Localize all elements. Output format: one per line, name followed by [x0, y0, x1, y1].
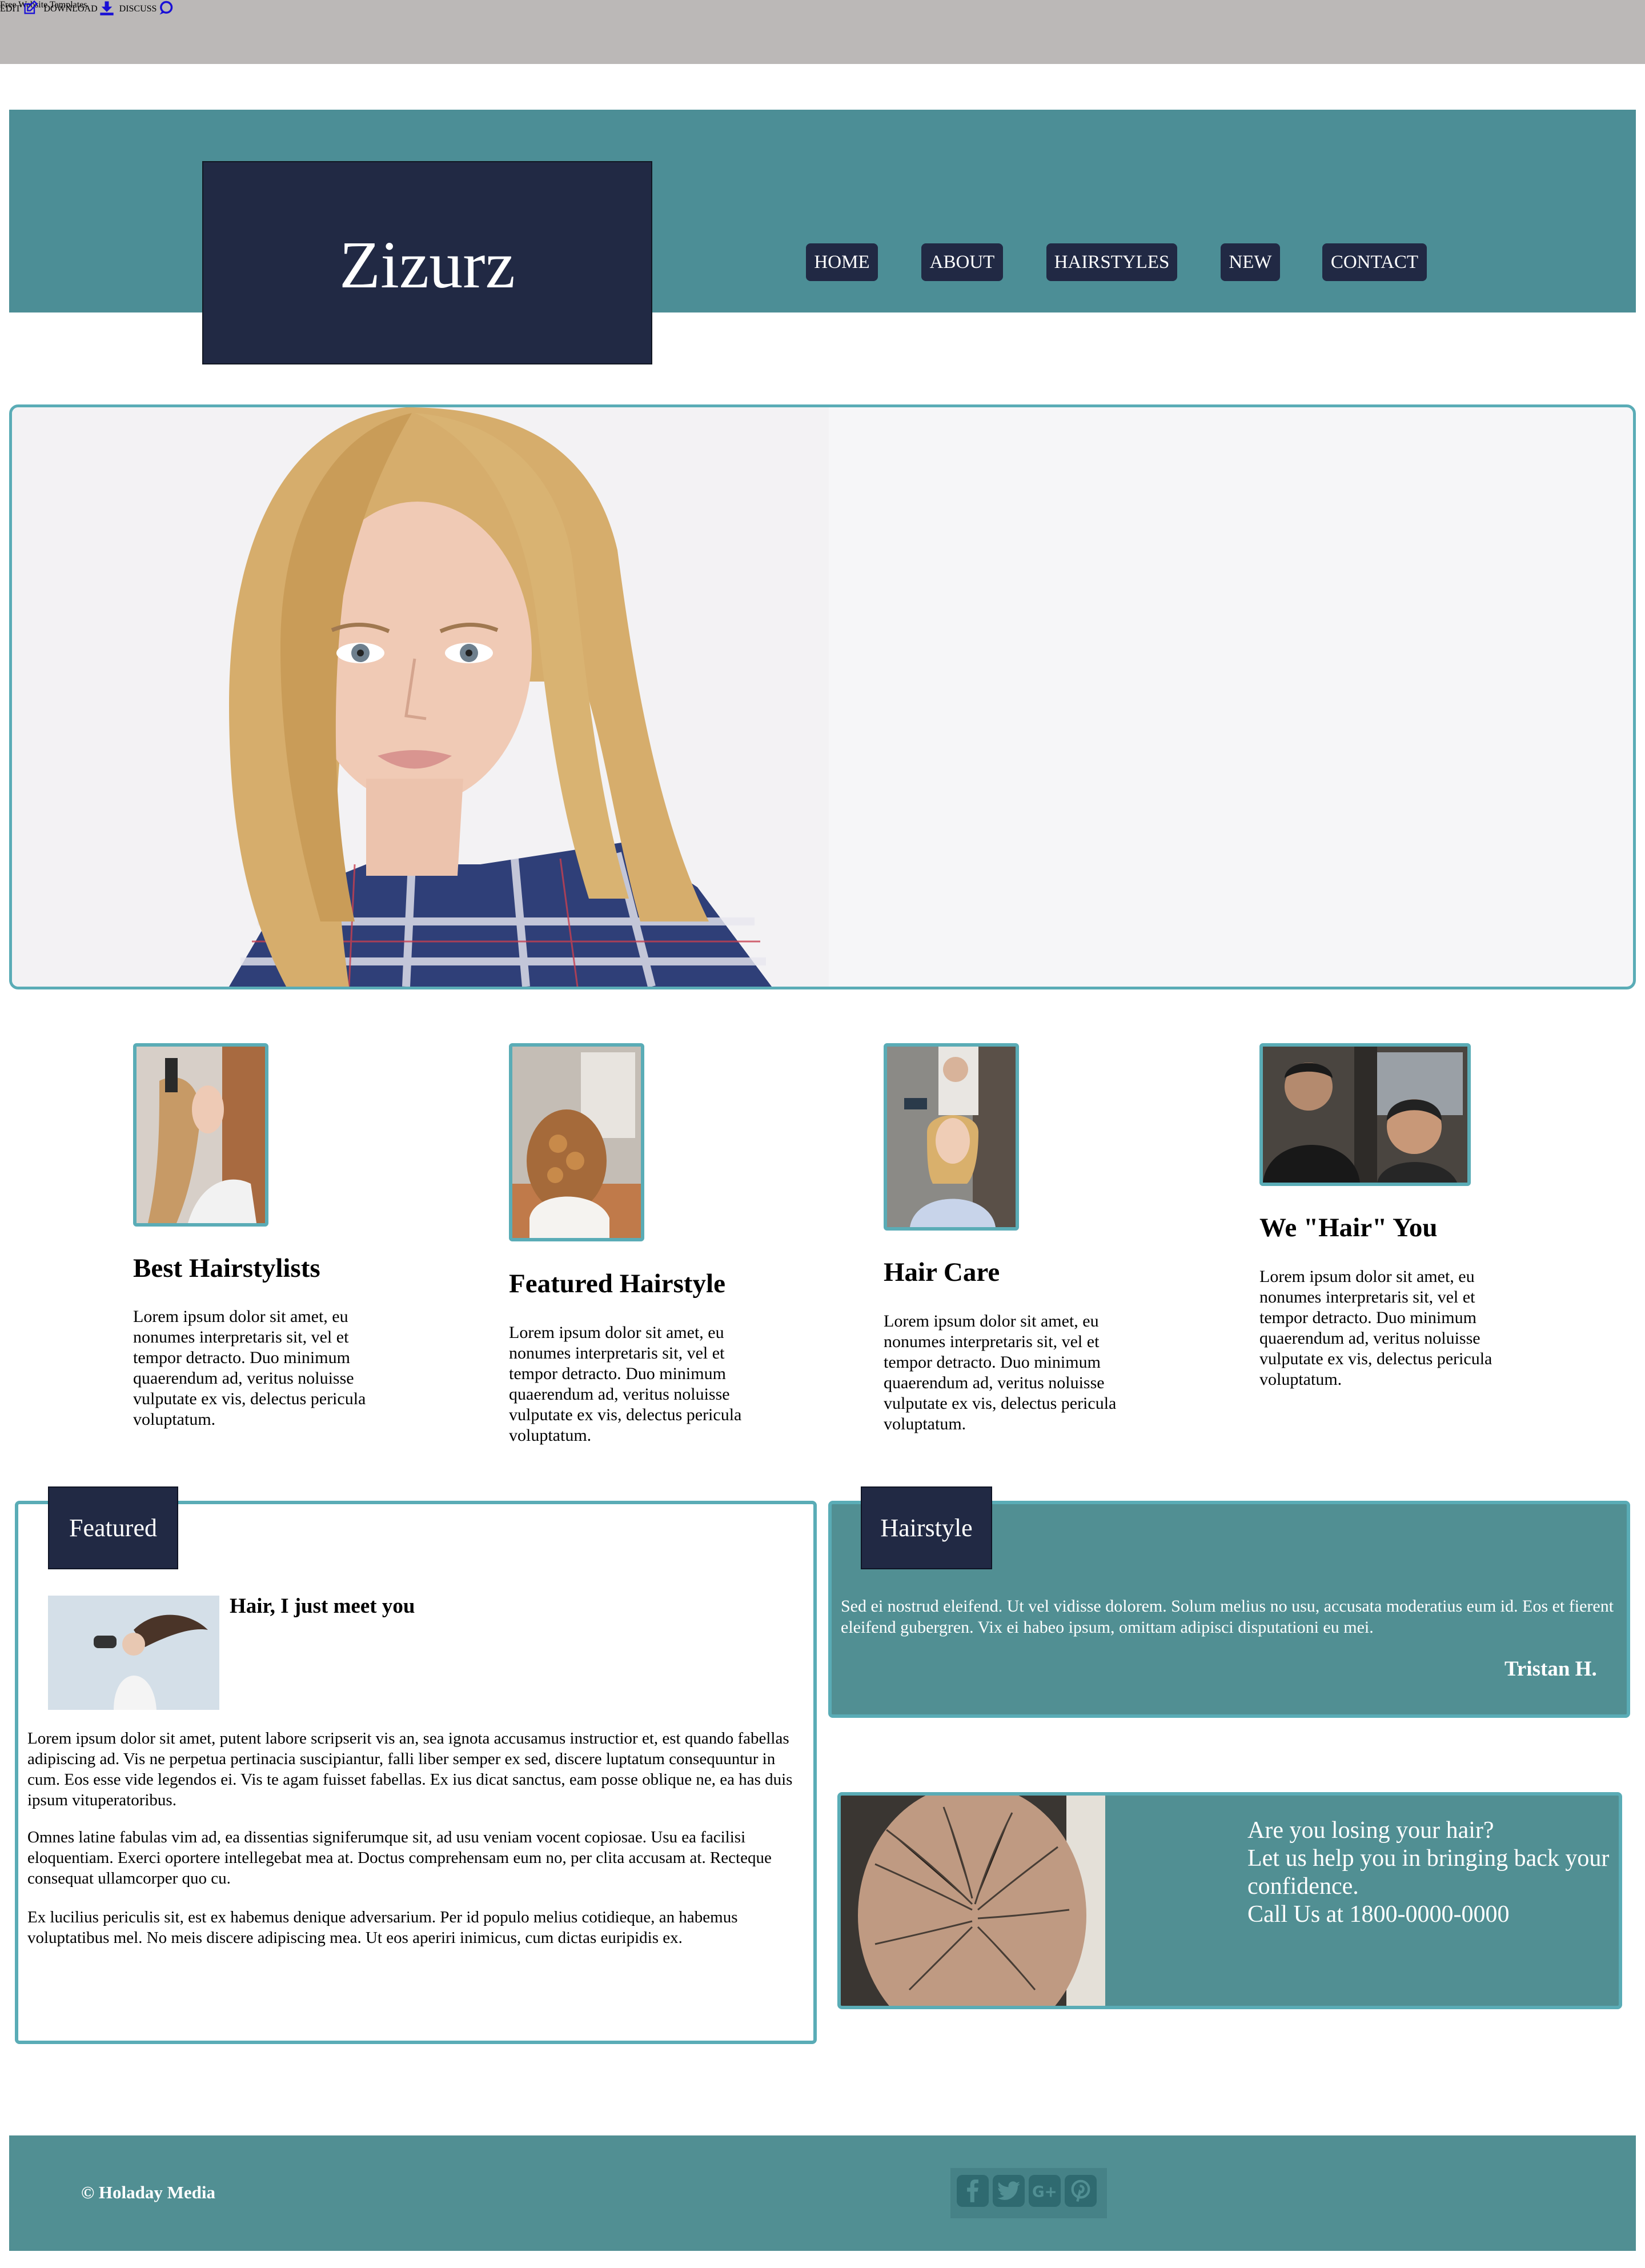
feature-text-1: Lorem ipsum dolor sit amet, eu nonumes i…: [133, 1307, 366, 1429]
feature-text-4: Lorem ipsum dolor sit amet, eu nonumes i…: [1259, 1267, 1492, 1389]
hero-banner: [9, 404, 1636, 989]
google-plus-icon[interactable]: G+: [1029, 2175, 1061, 2207]
download-icon: [99, 1, 114, 15]
nav-new[interactable]: NEW: [1221, 243, 1280, 281]
thinning-hair-photo: [841, 1796, 1105, 2006]
featured-paragraph-1: Lorem ipsum dolor sit amet, putent labor…: [27, 1729, 793, 1809]
featured-paragraph-3: Ex lucilius periculis sit, est ex habemu…: [27, 1908, 738, 1947]
testimonial-author: Tristan H.: [1504, 1657, 1597, 1681]
edit-icon: [24, 0, 38, 14]
hairstyle-tab: Hairstyle: [861, 1486, 992, 1569]
promo-line-1: Are you losing your hair?: [1247, 1817, 1494, 1844]
hair-dryer-photo: [48, 1596, 219, 1710]
site-footer: [9, 2135, 1636, 2251]
twitter-icon[interactable]: [993, 2175, 1025, 2207]
testimonial-quote: Sed ei nostrud eleifend. Ut vel vidisse …: [841, 1597, 1614, 1637]
site-logo[interactable]: Zizurz: [202, 226, 652, 304]
featured-article-title[interactable]: Hair, I just meet you: [230, 1594, 415, 1618]
edit-link[interactable]: EDIT: [0, 0, 41, 14]
featured-tab: Featured: [48, 1486, 178, 1569]
hair-care-photo: [884, 1043, 1019, 1231]
template-bar-links: EDIT DOWNLOAD DISCUSS: [0, 0, 1645, 18]
feature-heading-3: Hair Care: [884, 1257, 1000, 1287]
download-link[interactable]: DOWNLOAD: [43, 1, 117, 15]
woman-portrait-photo: [12, 407, 829, 987]
pinterest-icon[interactable]: [1065, 2175, 1097, 2207]
nav-contact[interactable]: CONTACT: [1322, 243, 1427, 281]
barber-photo: [1259, 1043, 1471, 1186]
discuss-link[interactable]: DISCUSS: [119, 1, 176, 15]
feature-heading-2: Featured Hairstyle: [509, 1269, 725, 1299]
feature-text-3: Lorem ipsum dolor sit amet, eu nonumes i…: [884, 1312, 1117, 1433]
promo-line-3: Call Us at 1800-0000-0000: [1247, 1901, 1510, 1928]
feature-text-2: Lorem ipsum dolor sit amet, eu nonumes i…: [509, 1323, 742, 1445]
nav-hairstyles[interactable]: HAIRSTYLES: [1046, 243, 1177, 281]
promo-text: Are you losing your hair? Let us help yo…: [1247, 1817, 1619, 1929]
feature-heading-4: We "Hair" You: [1259, 1213, 1438, 1243]
featured-hairstyle-photo: [509, 1043, 644, 1241]
nav-about[interactable]: ABOUT: [921, 243, 1003, 281]
chat-icon: [159, 1, 173, 15]
hairstylist-photo: [133, 1043, 268, 1227]
copyright-text: © Holaday Media: [81, 2182, 215, 2202]
feature-heading-1: Best Hairstylists: [133, 1253, 320, 1283]
promo-line-2: Let us help you in bringing back your co…: [1247, 1845, 1610, 1900]
featured-paragraph-2: Omnes latine fabulas vim ad, ea dissenti…: [27, 1828, 772, 1888]
svg-text:G+: G+: [1032, 2183, 1057, 2200]
facebook-icon[interactable]: [957, 2175, 989, 2207]
nav-home[interactable]: HOME: [806, 243, 878, 281]
